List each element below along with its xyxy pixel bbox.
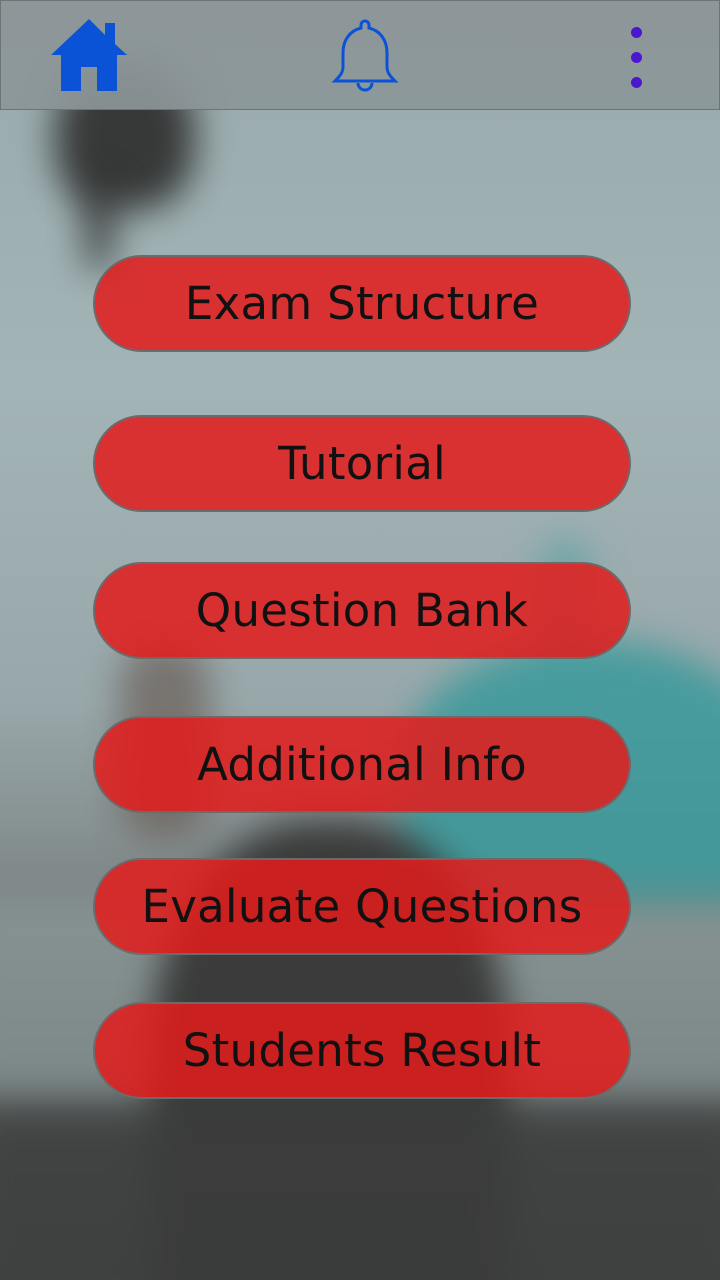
students-result-button[interactable]: Students Result [93, 1002, 631, 1099]
additional-info-button[interactable]: Additional Info [93, 716, 631, 813]
evaluate-questions-button[interactable]: Evaluate Questions [93, 858, 631, 955]
tutorial-button[interactable]: Tutorial [93, 415, 631, 512]
main-menu: Exam Structure Tutorial Question Bank Ad… [0, 0, 720, 1280]
question-bank-button[interactable]: Question Bank [93, 562, 631, 659]
exam-structure-button[interactable]: Exam Structure [93, 255, 631, 352]
